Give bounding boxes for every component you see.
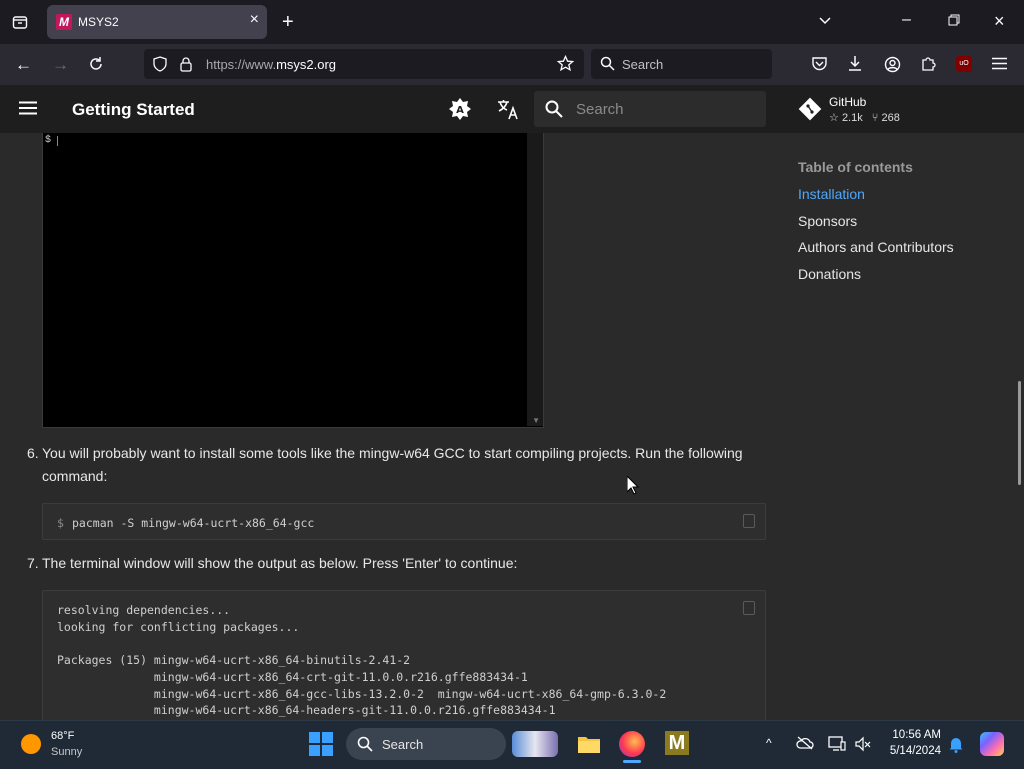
terminal-cursor (57, 136, 58, 146)
code-output-lines: resolving dependencies... looking for con… (57, 602, 666, 719)
step-7-number: 7. (27, 555, 39, 571)
tab-close-icon[interactable]: × (250, 11, 259, 29)
code-block-pacman-output[interactable]: resolving dependencies... looking for con… (42, 590, 766, 730)
copy-icon[interactable] (743, 601, 755, 615)
step-6-text-line1: You will probably want to install some t… (42, 445, 743, 461)
taskbar-search[interactable]: Search (346, 728, 506, 760)
site-search-icon (545, 100, 563, 123)
tracking-protection-shield-icon[interactable] (152, 56, 168, 77)
toc-item-authors[interactable]: Authors and Contributors (798, 239, 954, 255)
weather-temp[interactable]: 68°F (51, 730, 74, 742)
downloads-icon[interactable] (847, 55, 863, 77)
site-menu-icon[interactable] (19, 101, 37, 120)
git-logo-icon[interactable] (798, 97, 822, 126)
code-output-line: mingw-w64-ucrt-x86_64-headers-git-11.0.0… (57, 703, 556, 718)
notifications-bell-icon[interactable] (948, 736, 964, 758)
fork-icon: ⑂ (871, 112, 879, 124)
github-forks: 268 (881, 112, 900, 124)
padlock-icon[interactable] (179, 56, 193, 77)
copy-icon[interactable] (743, 514, 755, 528)
network-volume-icon[interactable] (854, 736, 872, 757)
toc-item-sponsors[interactable]: Sponsors (798, 213, 857, 229)
forward-arrow-icon[interactable]: → (52, 56, 69, 73)
translate-icon[interactable] (497, 98, 519, 125)
reload-icon[interactable] (88, 56, 104, 76)
theme-toggle-icon[interactable]: A (449, 98, 471, 125)
code-output-line: looking for conflicting packages... (57, 619, 300, 634)
code-output-line: mingw-w64-ucrt-x86_64-crt-git-11.0.0.r21… (57, 669, 528, 684)
code-output-line (57, 635, 666, 652)
close-window-icon[interactable]: × (994, 12, 1005, 30)
weather-sun-icon[interactable] (21, 734, 41, 754)
code-output-line: resolving dependencies... (57, 603, 231, 617)
star-icon: ☆ (829, 112, 839, 124)
code-block-install-gcc[interactable]: $ pacman -S mingw-w64-ucrt-x86_64-gcc (42, 503, 766, 540)
toc-item-donations[interactable]: Donations (798, 266, 861, 282)
list-all-tabs-chevron-icon[interactable] (818, 13, 832, 31)
display-settings-icon[interactable] (828, 736, 846, 757)
svg-text:A: A (456, 105, 464, 116)
code-output-line: mingw-w64-ucrt-x86_64-gcc-libs-13.2.0-2 … (57, 686, 667, 701)
clock-time[interactable]: 10:56 AM (885, 729, 941, 741)
bookmark-star-icon[interactable] (556, 54, 575, 77)
page-scrollbar-thumb[interactable] (1018, 381, 1021, 485)
browser-tab-msys2[interactable]: M MSYS2 × (47, 5, 267, 39)
pocket-icon[interactable] (811, 56, 828, 77)
step-6-text-line2: command: (42, 468, 108, 484)
weather-desc[interactable]: Sunny (51, 746, 82, 758)
taskbar-search-placeholder: Search (382, 737, 424, 752)
show-hidden-icons-chevron-icon[interactable]: ^ (766, 736, 772, 750)
clock-date[interactable]: 5/14/2024 (885, 745, 941, 757)
tab-title: MSYS2 (78, 15, 119, 29)
onedrive-offline-icon[interactable] (796, 736, 814, 755)
step-6-number: 6. (27, 445, 39, 461)
mouse-pointer-icon (626, 474, 640, 500)
github-link[interactable]: GitHub (829, 95, 866, 109)
file-explorer-icon[interactable] (577, 733, 601, 760)
menu-hamburger-icon[interactable] (992, 57, 1007, 75)
browser-search-placeholder: Search (622, 57, 664, 72)
extensions-puzzle-icon[interactable] (920, 55, 937, 77)
search-icon (600, 56, 615, 76)
url-text[interactable]: https://www.msys2.org (206, 57, 336, 72)
github-stars: 2.1k (841, 112, 863, 124)
account-icon[interactable] (884, 56, 901, 78)
toc-item-installation[interactable]: Installation (798, 186, 865, 202)
firefox-taskbar-icon[interactable] (619, 731, 645, 757)
copilot-icon[interactable] (980, 732, 1004, 756)
terminal-prompt: $ (45, 135, 52, 146)
address-bar[interactable]: https://www.msys2.org (144, 49, 584, 79)
code-prompt-symbol: $ (57, 516, 64, 530)
step-7-text: The terminal window will show the output… (42, 555, 518, 571)
terminal-scroll-down-icon: ▼ (532, 416, 540, 425)
msys2-taskbar-icon[interactable]: M (665, 731, 689, 755)
taskbar-search-icon (357, 736, 373, 757)
code-command: pacman -S mingw-w64-ucrt-x86_64-gcc (72, 516, 315, 530)
site-search-placeholder: Search (576, 101, 624, 118)
terminal-screenshot: $ ▼ (42, 133, 544, 428)
restore-window-icon[interactable] (948, 14, 960, 30)
firefox-active-indicator (623, 760, 641, 763)
search-highlight-illustration-icon[interactable] (512, 731, 558, 757)
github-stats: ☆ 2.1k ⑂ 268 (829, 111, 900, 124)
site-search-input[interactable]: Search (534, 91, 766, 127)
page-title: Getting Started (72, 100, 195, 119)
ublock-origin-icon[interactable]: uO (956, 56, 972, 72)
tab-list-icon[interactable] (12, 14, 28, 34)
code-output-line: Packages (15) mingw-w64-ucrt-x86_64-binu… (57, 653, 411, 668)
terminal-scrollbar (527, 133, 543, 426)
new-tab-icon[interactable]: + (282, 12, 294, 32)
minimize-window-icon[interactable]: – (902, 12, 911, 28)
back-arrow-icon[interactable]: ← (15, 56, 32, 73)
msys2-favicon-icon: M (56, 14, 72, 30)
browser-search-bar[interactable]: Search (591, 49, 772, 79)
toc-heading: Table of contents (798, 159, 913, 175)
windows-start-icon[interactable] (309, 732, 333, 761)
